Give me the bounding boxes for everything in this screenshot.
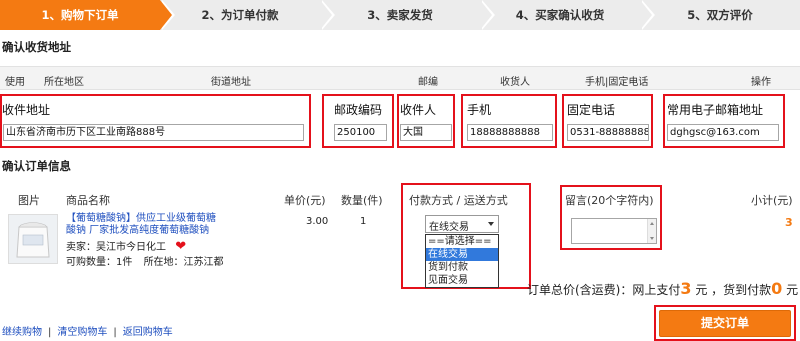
landline-label: 固定电话 xyxy=(567,103,616,117)
product-name-link[interactable]: 【葡萄糖酸钠】供应工业级葡萄糖 酸钠 厂家批发高纯度葡萄糖酸钠 xyxy=(66,213,216,237)
payment-option[interactable]: ==请选择== xyxy=(426,235,498,248)
chevron-down-icon xyxy=(488,222,494,226)
product-location: 所在地：江苏江都 xyxy=(143,257,224,268)
back-to-cart-link[interactable]: 返回购物车 xyxy=(123,327,173,338)
payment-select[interactable]: 在线交易 xyxy=(425,215,499,233)
quantity-value: 1 xyxy=(360,216,367,227)
landline-input[interactable]: 0531-88888888 xyxy=(567,124,649,141)
payment-option[interactable]: 货到付款 xyxy=(426,261,498,274)
col-recipient: 收货人 xyxy=(500,77,530,88)
col-zip: 邮编 xyxy=(418,77,438,88)
continue-shopping-link[interactable]: 继续购物 xyxy=(2,327,42,338)
message-textarea[interactable] xyxy=(571,218,657,244)
address-section-title: 确认收货地址 xyxy=(2,40,71,54)
available-qty: 可购数量：1件 xyxy=(66,257,133,268)
textarea-scrollbar[interactable] xyxy=(647,219,656,243)
seller-line: 卖家：吴江市今日化工 ❤ xyxy=(66,238,186,254)
seller-label: 卖家： xyxy=(66,242,96,253)
step-3: 3、卖家发货 xyxy=(320,0,495,30)
step-5: 5、双方评价 xyxy=(640,0,800,30)
col-region: 所在地区 xyxy=(44,77,84,88)
online-amount: 3 xyxy=(680,279,692,298)
product-name-line1: 【葡萄糖酸钠】供应工业级葡萄糖 xyxy=(66,213,216,224)
unit-price: 3.00 xyxy=(306,216,329,227)
total-unit2: 元 xyxy=(786,283,799,297)
col-phone: 手机|固定电话 xyxy=(585,77,649,88)
col-subtotal: 小计(元) xyxy=(751,194,793,207)
order-section-title: 确认订单信息 xyxy=(2,159,71,173)
cod-amount: 0 xyxy=(771,279,783,298)
col-product-name: 商品名称 xyxy=(66,194,110,207)
payment-option[interactable]: 在线交易 xyxy=(426,248,498,261)
col-use: 使用 xyxy=(5,77,25,88)
col-image: 图片 xyxy=(18,194,40,207)
mobile-label: 手机 xyxy=(467,103,492,117)
email-input[interactable]: dghgsc@163.com xyxy=(667,124,779,141)
product-meta: 可购数量：1件 所在地：江苏江都 xyxy=(66,253,224,268)
payment-label: 付款方式 / 运送方式 xyxy=(409,194,508,207)
address-input[interactable]: 山东省济南市历下区工业南路888号 xyxy=(3,124,304,141)
message-label: 留言(20个字符内) xyxy=(565,194,654,207)
step-1: 1、购物下订单 xyxy=(0,0,175,30)
total-prefix: 订单总价(含运费)：网上支付 xyxy=(527,283,681,297)
payment-dropdown: ==请选择== 在线交易 货到付款 见面交易 xyxy=(425,234,499,288)
col-street: 街道地址 xyxy=(211,77,251,88)
checkout-page: 1、购物下订单 2、为订单付款 3、卖家发货 4、买家确认收货 5、双方评价 确… xyxy=(0,0,800,341)
payment-option[interactable]: 见面交易 xyxy=(426,274,498,287)
total-unit1: 元 ，货到付款 xyxy=(695,283,772,297)
seller-name[interactable]: 吴江市今日化工 xyxy=(96,242,166,253)
col-quantity: 数量(件) xyxy=(341,194,383,207)
recipient-label: 收件人 xyxy=(400,103,437,117)
zip-label: 邮政编码 xyxy=(334,103,383,117)
mobile-input[interactable]: 18888888888 xyxy=(467,124,553,141)
email-label: 常用电子邮箱地址 xyxy=(667,103,764,117)
address-table-header: 使用 所在地区 街道地址 邮编 收货人 手机|固定电话 操作 xyxy=(0,66,800,90)
clear-cart-link[interactable]: 清空购物车 xyxy=(57,327,107,338)
subtotal-value: 3 xyxy=(785,216,793,229)
step-4: 4、买家确认收货 xyxy=(480,0,655,30)
order-total: 订单总价(含运费)：网上支付3 元 ，货到付款0 元 xyxy=(527,279,798,298)
col-action: 操作 xyxy=(751,77,771,88)
order-table-header: 图片 商品名称 单价(元) 数量(件) 小计(元) xyxy=(0,185,800,213)
step-2: 2、为订单付款 xyxy=(160,0,335,30)
payment-selected-value: 在线交易 xyxy=(429,222,469,233)
order-steps: 1、购物下订单 2、为订单付款 3、卖家发货 4、买家确认收货 5、双方评价 xyxy=(0,0,800,30)
bottom-links: 继续购物 | 清空购物车 | 返回购物车 xyxy=(2,327,173,338)
address-label: 收件地址 xyxy=(2,103,51,117)
product-name-line2: 酸钠 厂家批发高纯度葡萄糖酸钠 xyxy=(66,225,210,236)
submit-order-button[interactable]: 提交订单 xyxy=(659,310,791,337)
zip-input[interactable]: 250100 xyxy=(334,124,387,141)
recipient-input[interactable]: 大国 xyxy=(400,124,452,141)
col-price: 单价(元) xyxy=(284,194,326,207)
heart-icon[interactable]: ❤ xyxy=(175,239,186,254)
product-image[interactable] xyxy=(8,214,58,264)
